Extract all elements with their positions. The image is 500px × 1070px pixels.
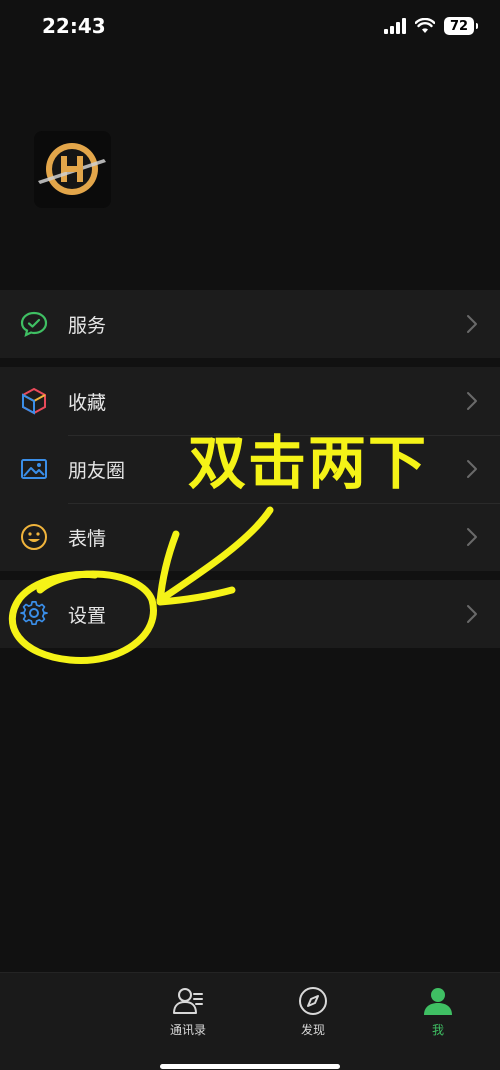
services-label: 服务 [68,314,107,337]
tab-discover[interactable]: 发现 [273,985,353,1038]
tab-discover-label: 发现 [300,1023,325,1037]
home-indicator [160,1064,340,1069]
battery-indicator: 72 [444,17,478,35]
menu-item-services[interactable]: 服务 [0,290,500,358]
chevron-right-icon [467,460,477,478]
avatar[interactable] [34,131,111,208]
chevron-right-icon [467,528,477,546]
favorites-label: 收藏 [68,391,107,414]
tab-me[interactable]: 我 [398,985,478,1038]
screen: 22:43 72 服务 收藏 朋友圈 表情 设置 双击两下 通讯录 发现 我 [0,0,500,1070]
group-services: 服务 [0,290,500,358]
tab-me-label: 我 [431,1023,444,1037]
status-time: 22:43 [42,14,106,38]
tab-bar: 通讯录 发现 我 [0,972,500,1070]
avatar-logo-icon [38,143,106,195]
services-icon [20,311,48,338]
tab-contacts[interactable]: 通讯录 [148,985,228,1038]
chevron-right-icon [467,605,477,623]
status-bar: 22:43 72 [0,0,500,56]
chevron-right-icon [467,315,477,333]
favorites-cube-icon [22,387,46,415]
profile-header[interactable] [0,56,500,281]
contacts-icon [173,988,203,1014]
stickers-smiley-icon [21,524,47,550]
moments-image-icon [21,459,47,479]
signal-icon [384,18,406,34]
settings-gear-icon [20,601,48,626]
settings-label: 设置 [68,604,107,627]
menu-item-settings[interactable]: 设置 [0,580,500,648]
stickers-label: 表情 [68,527,107,550]
menu-item-stickers[interactable]: 表情 [0,503,500,571]
compass-icon [299,987,327,1015]
moments-label: 朋友圈 [68,459,126,482]
group-settings: 设置 [0,580,500,648]
battery-level: 72 [449,18,469,34]
annotation-text: 双击两下 [188,429,429,497]
me-person-icon [424,988,452,1015]
chevron-right-icon [467,392,477,410]
status-icons: 72 [384,17,478,35]
wifi-icon [415,18,435,33]
tab-contacts-label: 通讯录 [169,1023,206,1037]
